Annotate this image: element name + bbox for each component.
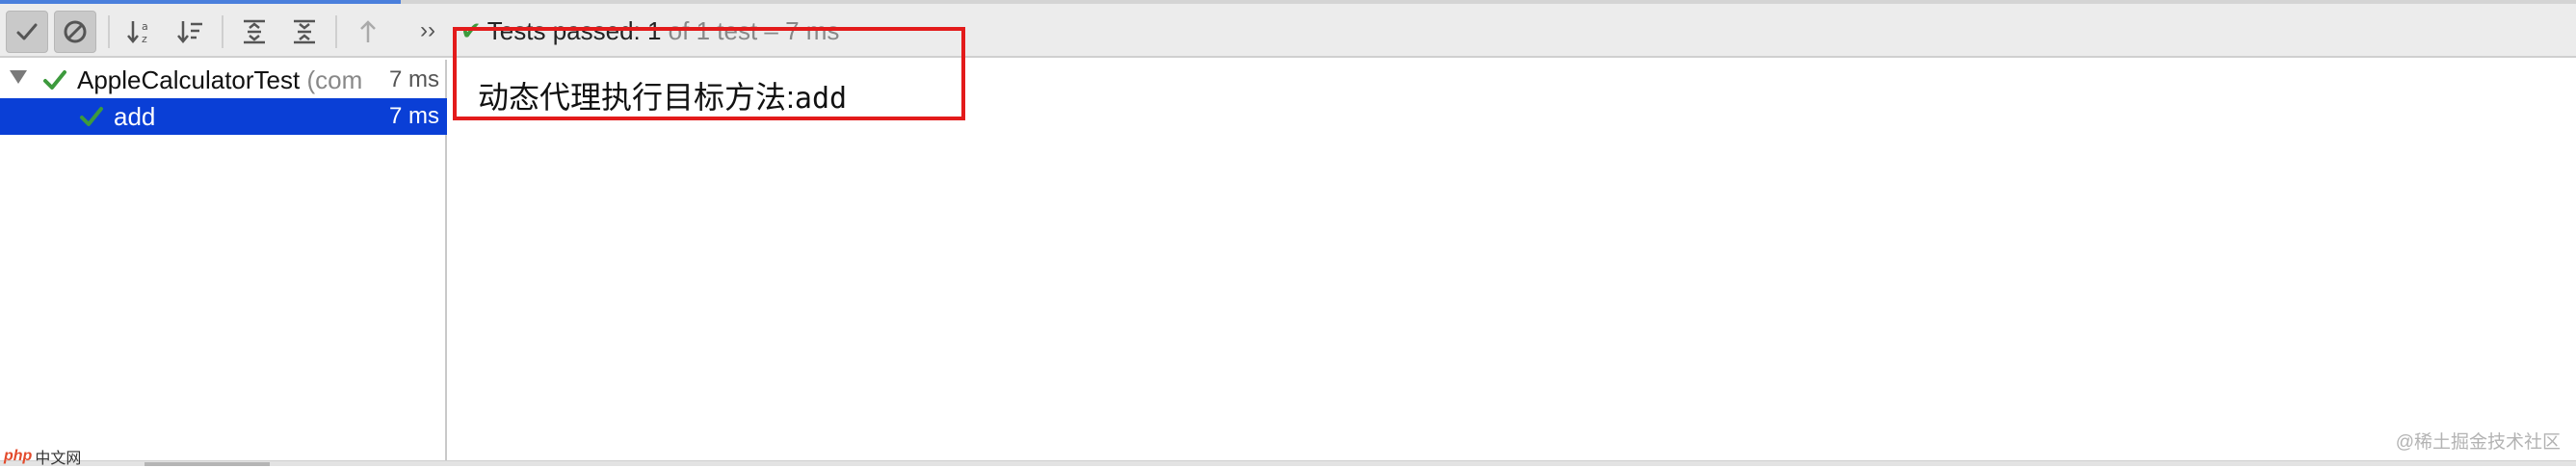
toolbar-separator xyxy=(108,15,110,48)
test-class-name: AppleCalculatorTest (com xyxy=(77,65,362,95)
previous-failed-button[interactable] xyxy=(347,11,389,53)
show-ignored-button[interactable] xyxy=(54,11,96,53)
ignored-icon xyxy=(64,20,87,43)
passed-check-icon xyxy=(43,70,66,90)
juejin-watermark: @稀土掘金技术社区 xyxy=(2395,432,2561,453)
show-passed-button[interactable] xyxy=(6,11,48,53)
horizontal-scrollbar[interactable] xyxy=(0,460,2576,466)
red-highlight-box xyxy=(453,27,965,120)
collapse-all-button[interactable] xyxy=(283,11,326,53)
php-watermark-text: 中文网 xyxy=(35,451,82,467)
php-watermark: php 中文网 xyxy=(4,445,81,468)
test-class-time: 7 ms xyxy=(384,66,439,93)
sort-by-duration-icon xyxy=(177,21,202,43)
test-tree-panel: AppleCalculatorTest (com 7 ms add 7 ms xyxy=(0,60,447,462)
expand-all-button[interactable] xyxy=(233,11,276,53)
toolbar-separator xyxy=(222,15,223,48)
test-method-time: 7 ms xyxy=(388,103,439,129)
sort-by-duration-button[interactable] xyxy=(170,11,212,53)
test-class-package: (com xyxy=(300,65,363,94)
svg-text:z: z xyxy=(142,33,147,45)
toolbar-separator xyxy=(335,15,337,48)
expand-triangle-icon[interactable] xyxy=(10,70,27,84)
passed-check-icon xyxy=(80,107,103,126)
collapse-all-icon xyxy=(294,19,315,44)
arrow-up-icon xyxy=(360,20,376,42)
tree-row-root[interactable]: AppleCalculatorTest (com 7 ms xyxy=(0,62,447,98)
test-method-name: add xyxy=(114,101,156,131)
test-class-label: AppleCalculatorTest xyxy=(77,65,301,94)
scrollbar-thumb[interactable] xyxy=(145,462,270,466)
more-actions-chevron[interactable]: ›› xyxy=(420,17,435,44)
svg-text:a: a xyxy=(142,20,148,33)
tree-row-test-add[interactable]: add 7 ms xyxy=(0,98,447,135)
expand-all-icon xyxy=(244,19,265,44)
sort-alphabetically-button[interactable]: a z xyxy=(119,11,162,53)
sort-alphabetically-icon: a z xyxy=(127,20,148,45)
php-logo: php xyxy=(4,448,33,464)
check-icon xyxy=(16,23,38,40)
test-runner-toolbar: a z ›› ✔ Tests passed: 1 of 1 test – 7 m… xyxy=(0,4,2576,58)
